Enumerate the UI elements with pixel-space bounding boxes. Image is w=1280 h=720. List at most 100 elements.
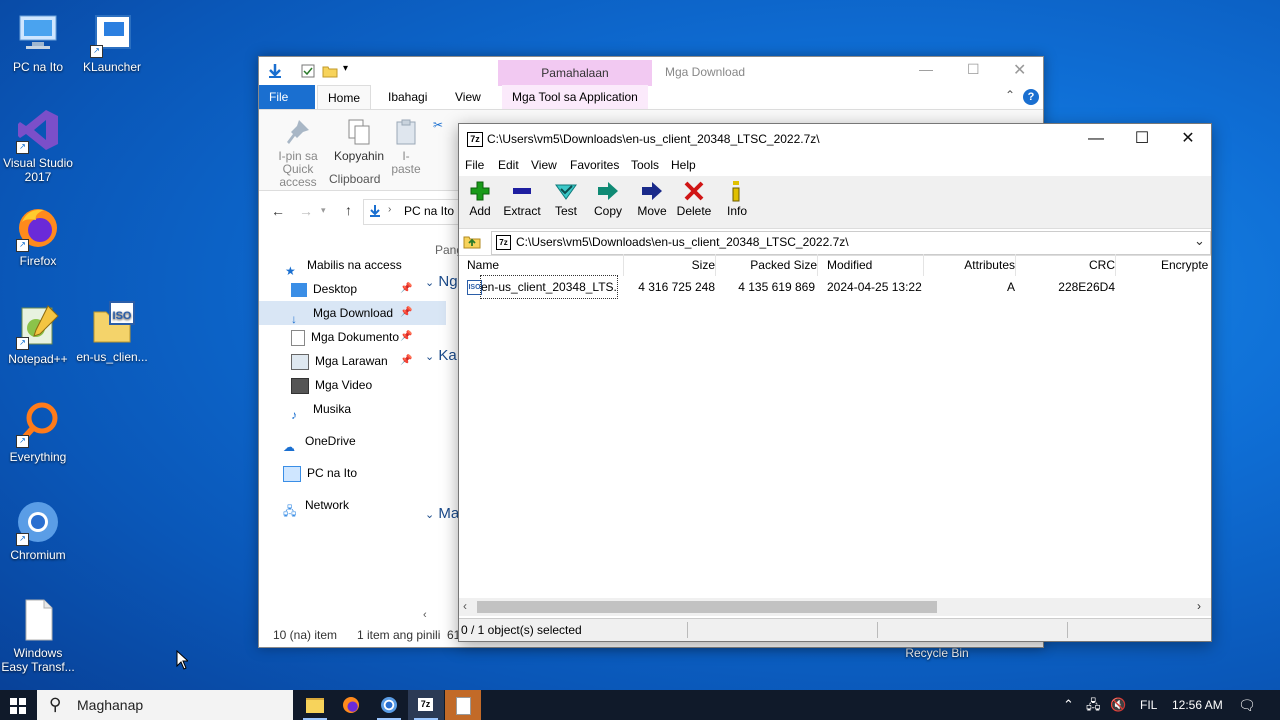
menu-view[interactable]: View: [531, 158, 557, 172]
chevron-down-icon[interactable]: ⌄: [1194, 233, 1205, 249]
quick-access-dropdown-icon[interactable]: ▾: [343, 63, 348, 74]
scrollbar-thumb[interactable]: [477, 601, 937, 613]
scroll-left-arrow-icon[interactable]: ‹: [423, 609, 427, 621]
taskbar-chromium[interactable]: [371, 690, 407, 720]
taskbar-klauncher[interactable]: [445, 690, 481, 720]
forward-arrow-icon[interactable]: →: [299, 203, 313, 219]
delete-button[interactable]: Delete: [673, 179, 715, 218]
paste-button[interactable]: I-paste: [391, 118, 421, 176]
copy-button[interactable]: Kopyahin: [333, 118, 385, 163]
desktop-icon-label: Firefox: [19, 254, 57, 268]
table-row[interactable]: ISO en-us_client_20348_LTS... 4 316 725 …: [459, 275, 1211, 299]
column-header-encrypted[interactable]: Encrypte: [1121, 254, 1247, 276]
desktop-icon-notepad-plus-plus[interactable]: ↗ Notepad++: [0, 302, 76, 366]
sidebar-item-this-pc[interactable]: PC na Ito: [259, 461, 438, 485]
address-bar[interactable]: › PC na Ito: [363, 199, 461, 225]
language-indicator[interactable]: FIL: [1140, 690, 1157, 720]
taskbar-firefox[interactable]: [333, 690, 369, 720]
minimize-button[interactable]: —: [919, 61, 933, 77]
column-header-name[interactable]: Name: [459, 254, 624, 276]
seven-zip-window[interactable]: 7z C:\Users\vm5\Downloads\en-us_client_2…: [458, 123, 1212, 642]
desktop-icon-recycle-bin[interactable]: Recycle Bin: [899, 646, 975, 660]
menu-file[interactable]: File: [465, 158, 484, 172]
desktop-icon-windows-easy-transfer[interactable]: Windows Easy Transf...: [0, 596, 76, 674]
desktop-icon-klauncher[interactable]: ↗ KLauncher: [74, 10, 150, 74]
tab-application-tools[interactable]: Mga Tool sa Application: [502, 85, 648, 109]
cut-icon[interactable]: ✂: [433, 118, 443, 132]
desktop-icon-visual-studio[interactable]: ↗ Visual Studio 2017: [0, 106, 76, 184]
volume-muted-icon[interactable]: 🔇: [1110, 690, 1126, 720]
tab-file[interactable]: File: [259, 85, 315, 109]
scroll-right-arrow-icon[interactable]: ›: [1197, 599, 1201, 613]
add-button[interactable]: Add: [459, 179, 501, 218]
copy-button[interactable]: Copy: [587, 179, 629, 218]
sidebar-item-desktop[interactable]: Desktop 📌: [259, 277, 446, 301]
group-header[interactable]: ⌄ Ka: [425, 347, 457, 364]
recent-dropdown-icon[interactable]: ▾: [321, 205, 326, 216]
column-header-packed-size[interactable]: Packed Size: [721, 254, 818, 276]
address-combobox[interactable]: 7z C:\Users\vm5\Downloads\en-us_client_2…: [491, 231, 1211, 255]
sidebar-item-onedrive[interactable]: ☁ OneDrive: [259, 429, 438, 453]
clock[interactable]: 12:56 AM: [1172, 690, 1223, 720]
column-header-modified[interactable]: Modified: [821, 254, 924, 276]
new-folder-icon[interactable]: [322, 64, 338, 81]
sidebar-item-quick-access[interactable]: ★ Mabilis na access: [259, 253, 440, 277]
menu-edit[interactable]: Edit: [498, 158, 519, 172]
network-status-icon[interactable]: 🖧: [1086, 690, 1101, 720]
up-folder-icon[interactable]: [463, 233, 481, 252]
explorer-title-bar[interactable]: ▾ Pamahalaan Mga Download — ☐ ✕: [259, 57, 1043, 86]
menu-help[interactable]: Help: [671, 158, 696, 172]
download-arrow-icon[interactable]: [267, 63, 283, 82]
desktop-icon-label: en-us_clien...: [76, 350, 148, 364]
cell-name[interactable]: en-us_client_20348_LTS...: [480, 275, 618, 299]
column-header-crc[interactable]: CRC: [1021, 254, 1116, 276]
desktop-icon-iso-file[interactable]: ISO en-us_clien...: [74, 300, 150, 364]
ribbon-collapse-icon[interactable]: ⌃: [1005, 88, 1015, 102]
info-button[interactable]: Info: [716, 179, 758, 218]
move-button[interactable]: Move: [631, 179, 673, 218]
back-arrow-icon[interactable]: ←: [271, 203, 285, 219]
test-button[interactable]: Test: [545, 179, 587, 218]
pin-to-quick-access-button[interactable]: I-pin sa Quick access: [265, 118, 331, 189]
column-header-attributes[interactable]: Attributes: [923, 254, 1016, 276]
tab-view[interactable]: View: [445, 85, 491, 109]
desktop-icon-label: Recycle Bin: [905, 646, 969, 660]
sidebar-item-network[interactable]: 🖧 Network: [259, 493, 438, 517]
close-button[interactable]: ✕: [1013, 60, 1026, 80]
desktop-icon-everything[interactable]: ↗ Everything: [0, 400, 76, 464]
tab-home[interactable]: Home: [317, 85, 372, 110]
taskbar-file-explorer[interactable]: [297, 690, 333, 720]
properties-checkbox-icon[interactable]: [301, 64, 315, 81]
desktop-icon-this-pc[interactable]: PC na Ito: [0, 10, 76, 74]
column-header-size[interactable]: Size: [623, 254, 716, 276]
sidebar-item-documents[interactable]: Mga Dokumento 📌: [259, 325, 446, 349]
taskbar-seven-zip[interactable]: 7z: [408, 690, 444, 720]
tab-share[interactable]: Ibahagi: [378, 85, 437, 109]
maximize-button[interactable]: ☐: [967, 61, 980, 78]
sidebar-item-music[interactable]: ♪ Musika: [259, 397, 446, 421]
seven-zip-title-bar[interactable]: 7z C:\Users\vm5\Downloads\en-us_client_2…: [459, 124, 1211, 154]
scroll-left-arrow-icon[interactable]: ‹: [463, 599, 467, 613]
sidebar-item-videos[interactable]: Mga Video: [259, 373, 446, 397]
sidebar-item-downloads[interactable]: ↓ Mga Download 📌: [259, 301, 446, 325]
show-hidden-icons-chevron-icon[interactable]: ⌃: [1063, 690, 1074, 720]
group-header[interactable]: ⌄ Ma: [425, 505, 459, 522]
taskbar-search-box[interactable]: ⚲ Maghanap: [37, 690, 293, 720]
group-header[interactable]: ⌄ Ng: [425, 273, 458, 290]
desktop-icon-firefox[interactable]: ↗ Firefox: [0, 204, 76, 268]
notifications-icon[interactable]: 🗨: [1238, 690, 1256, 720]
close-button[interactable]: ✕: [1165, 124, 1211, 154]
desktop-icon-chromium[interactable]: ↗ Chromium: [0, 498, 76, 562]
up-arrow-icon[interactable]: ↑: [345, 202, 352, 218]
sidebar-item-pictures[interactable]: Mga Larawan 📌: [259, 349, 446, 373]
maximize-button[interactable]: ☐: [1119, 124, 1165, 154]
menu-tools[interactable]: Tools: [631, 158, 659, 172]
horizontal-scrollbar[interactable]: ‹ ›: [459, 598, 1211, 616]
help-icon[interactable]: ?: [1023, 89, 1039, 105]
shortcut-arrow-icon: ↗: [16, 435, 29, 448]
menu-favorites[interactable]: Favorites: [570, 158, 619, 172]
windows-start-icon[interactable]: [10, 698, 26, 717]
extract-button[interactable]: Extract: [501, 179, 543, 218]
minimize-button[interactable]: —: [1073, 124, 1119, 154]
breadcrumb-this-pc[interactable]: PC na Ito: [404, 204, 454, 218]
